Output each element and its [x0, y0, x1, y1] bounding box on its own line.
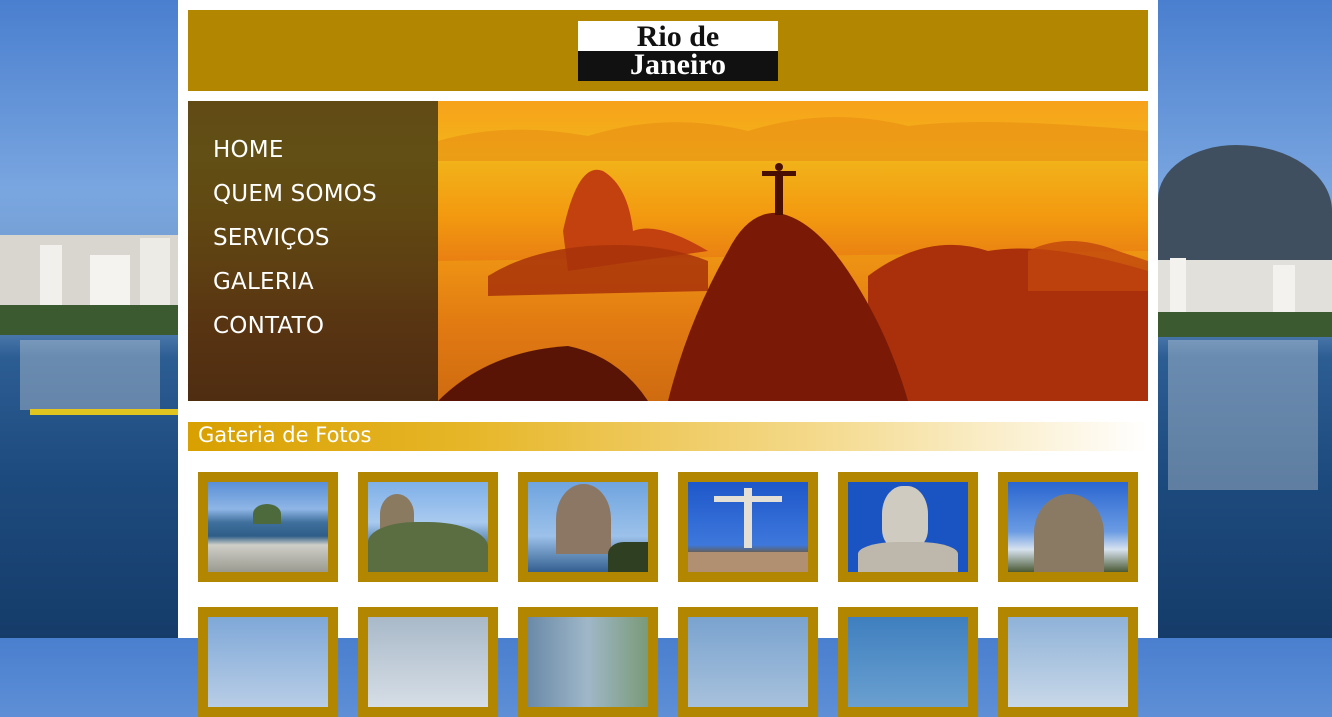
- gallery-thumb-8[interactable]: [358, 607, 498, 717]
- gallery-thumb-2[interactable]: [358, 472, 498, 582]
- christ-redeemer-tourists-photo: [688, 482, 808, 572]
- gallery-thumb-1[interactable]: [198, 472, 338, 582]
- gallery-photo-8: [368, 617, 488, 707]
- site-logo[interactable]: Rio de Janeiro: [578, 21, 778, 81]
- rio-bay-aerial-photo: [208, 482, 328, 572]
- sugarloaf-mountain-photo: [368, 482, 488, 572]
- gallery-thumb-4[interactable]: [678, 472, 818, 582]
- pedra-da-gavea-photo: [1008, 482, 1128, 572]
- logo-line-2: Janeiro: [578, 50, 778, 81]
- menu-item-quem-somos[interactable]: QUEM SOMOS: [213, 181, 377, 207]
- gallery-photo-7: [208, 617, 328, 707]
- gallery-thumb-7[interactable]: [198, 607, 338, 717]
- menu-item-contato[interactable]: CONTATO: [213, 313, 324, 339]
- background-scenery-left: [0, 0, 178, 638]
- background-scenery-right: [1158, 0, 1332, 638]
- hero-banner: HOME QUEM SOMOS SERVIÇOS GALERIA CONTATO: [188, 101, 1148, 401]
- gallery-photo-10: [688, 617, 808, 707]
- gallery-thumb-11[interactable]: [838, 607, 978, 717]
- menu-item-servicos[interactable]: SERVIÇOS: [213, 225, 330, 251]
- gallery-title: Gateria de Fotos: [198, 423, 372, 447]
- gallery-thumb-12[interactable]: [998, 607, 1138, 717]
- page-container: Rio de Janeiro HOME QUEM SOMOS SERVIÇOS …: [178, 0, 1158, 717]
- gallery-thumb-6[interactable]: [998, 472, 1138, 582]
- main-menu: HOME QUEM SOMOS SERVIÇOS GALERIA CONTATO: [188, 101, 438, 401]
- gallery-photo-12: [1008, 617, 1128, 707]
- christ-redeemer-face-photo: [848, 482, 968, 572]
- gallery-thumb-9[interactable]: [518, 607, 658, 717]
- gallery-photo-9: [528, 617, 648, 707]
- gallery-heading-bar: Gateria de Fotos: [188, 422, 1148, 451]
- gallery-thumb-3[interactable]: [518, 472, 658, 582]
- gallery-thumb-10[interactable]: [678, 607, 818, 717]
- menu-item-home[interactable]: HOME: [213, 137, 284, 163]
- gallery-photo-11: [848, 617, 968, 707]
- sugarloaf-closeup-photo: [528, 482, 648, 572]
- site-header: Rio de Janeiro: [188, 10, 1148, 91]
- gallery-thumb-5[interactable]: [838, 472, 978, 582]
- logo-line-1: Rio de: [578, 21, 778, 53]
- menu-item-galeria[interactable]: GALERIA: [213, 269, 314, 295]
